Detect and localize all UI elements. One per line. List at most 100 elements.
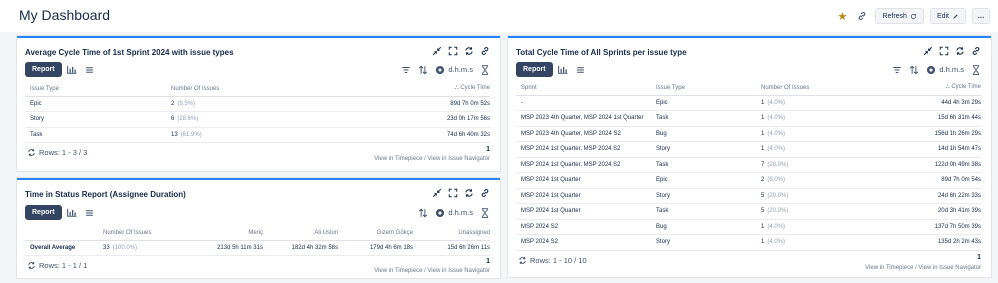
count: 5	[761, 208, 765, 215]
column-header[interactable]: Gizem Gökçe	[338, 226, 413, 241]
collapse-icon[interactable]	[432, 46, 442, 56]
sync-icon[interactable]	[955, 46, 965, 56]
refresh-icon	[519, 257, 526, 264]
collapse-icon[interactable]	[923, 46, 933, 56]
sync-icon[interactable]	[464, 46, 474, 56]
column-header[interactable]: Number Of Issues	[171, 82, 385, 97]
percentage: (20.0%)	[767, 192, 789, 199]
collapse-icon[interactable]	[432, 188, 442, 198]
hourglass-icon[interactable]	[971, 64, 981, 75]
time-format-selector[interactable]: d.h.m.s	[926, 65, 964, 75]
report-tools: d.h.m.s	[892, 62, 981, 77]
percentage: (28.0%)	[767, 161, 789, 168]
filter-icon[interactable]	[892, 65, 902, 75]
table-row[interactable]: MSP 2024 1st Quarter, MSP 2024 S2 Task 7 (2…	[516, 157, 981, 173]
page-number[interactable]: 1	[486, 258, 490, 265]
footer-links[interactable]: View in Timepiece / View in Issue Naviga…	[374, 268, 490, 274]
table-row[interactable]: Overall Average 33 (100.0%) 213d 5h 11m 3…	[25, 240, 490, 256]
table-header-row: Issue Type Number Of Issues ⛬ Cycle Time	[25, 82, 490, 97]
issue-type: Story	[656, 188, 761, 204]
report-button[interactable]: Report	[25, 205, 62, 220]
rows-info[interactable]: Rows: 1 - 3 / 3	[27, 148, 87, 157]
column-header[interactable]: Issue Type	[25, 82, 171, 97]
count: 7	[761, 161, 765, 168]
sprint: -	[516, 95, 656, 111]
table-row[interactable]: Task 13 (61.9%) 74d 6h 40m 32s	[25, 127, 490, 143]
hourglass-icon[interactable]	[480, 207, 490, 218]
column-header[interactable]: Sprint	[516, 81, 656, 96]
fullscreen-icon[interactable]	[939, 46, 949, 56]
time-format-selector[interactable]: d.h.m.s	[435, 65, 473, 75]
column-header[interactable]: Number Of Issues	[103, 226, 193, 241]
list-icon[interactable]	[83, 63, 96, 76]
column-header[interactable]: Number Of Issues	[761, 81, 881, 96]
percentage: (4.0%)	[767, 130, 786, 137]
fullscreen-icon[interactable]	[448, 46, 458, 56]
refresh-label: Refresh	[882, 12, 907, 20]
view-toolbar: Report	[25, 62, 96, 77]
footer-links[interactable]: View in Timepiece / View in Issue Naviga…	[865, 265, 981, 271]
gadget-title: Total Cycle Time of All Sprints per issu…	[516, 48, 687, 57]
rows-info[interactable]: Rows: 1 - 1 / 1	[27, 261, 87, 270]
chart-icon[interactable]	[557, 63, 570, 76]
column-header[interactable]: Ali Uslun	[263, 226, 338, 241]
column-header-label: Cycle Time	[951, 84, 981, 91]
page-title: My Dashboard	[19, 7, 111, 23]
view-toolbar: Report	[25, 205, 96, 220]
link-icon[interactable]	[971, 46, 981, 56]
table-row[interactable]: Story 6 (28.6%) 23d 0h 17m 56s	[25, 111, 490, 128]
filter-icon[interactable]	[401, 65, 411, 75]
sort-icon[interactable]	[418, 208, 428, 218]
more-button[interactable]: …	[972, 8, 990, 24]
report-button[interactable]: Report	[516, 62, 553, 77]
header-actions: ★ Refresh Edit …	[835, 8, 990, 24]
table-row[interactable]: MSP 2024 S2 Story 1 (4.0%) 135d 2h 2m 43s	[516, 234, 981, 251]
issue-type: Task	[25, 127, 171, 143]
refresh-icon	[28, 262, 35, 269]
page-number[interactable]: 1	[977, 254, 981, 261]
column-header-label: Cycle Time	[460, 85, 490, 92]
gadget-controls	[432, 188, 490, 198]
view-toolbar: Report	[516, 62, 587, 77]
table-row[interactable]: MSP 2023 4th Quarter, MSP 2024 S2 Bug 1 (4.…	[516, 126, 981, 142]
table-row[interactable]: MSP 2023 4th Quarter, MSP 2024 1st Quart…	[516, 110, 981, 127]
fullscreen-icon[interactable]	[448, 188, 458, 198]
column-header[interactable]: Issue Type	[656, 81, 761, 96]
issue-type: Task	[656, 157, 761, 173]
list-icon[interactable]	[83, 206, 96, 219]
report-button[interactable]: Report	[25, 62, 62, 77]
refresh-button[interactable]: Refresh	[875, 8, 924, 24]
chart-icon[interactable]	[66, 206, 79, 219]
issue-count: 1 (4.0%)	[761, 110, 881, 127]
link-icon[interactable]	[480, 46, 490, 56]
column-header[interactable]: Unassigned	[413, 226, 490, 241]
star-icon[interactable]: ★	[835, 10, 849, 23]
footer-links[interactable]: View in Timepiece / View in Issue Naviga…	[374, 156, 490, 162]
table-row[interactable]: MSP 2024 1st Quarter Epic 2 (8.0%) 89d 7h 0m…	[516, 172, 981, 189]
time-format-selector[interactable]: d.h.m.s	[435, 208, 473, 218]
table-row[interactable]: MSP 2024 1st Quarter Story 5 (20.0%) 24d 6h …	[516, 188, 981, 204]
table-row[interactable]: MSP 2024 1st Quarter, MSP 2024 S2 Story 1(…	[516, 141, 981, 158]
hourglass-icon[interactable]	[480, 64, 490, 75]
link-icon[interactable]	[480, 188, 490, 198]
issue-type: Task	[656, 203, 761, 220]
sort-icon[interactable]	[418, 65, 428, 75]
column-header[interactable]: ⛬ Cycle Time	[385, 82, 490, 97]
table-row[interactable]: MSP 2024 S2 Bug 1 (4.0%) 137d 7h 50m 39s	[516, 219, 981, 235]
table-row[interactable]: Epic 2 (9.5%) 89d 7h 0m 52s	[25, 96, 490, 112]
table-row[interactable]: MSP 2024 1st Quarter Task 5 (20.0%) 20d 3h 4…	[516, 203, 981, 220]
column-header[interactable]: Meriç	[193, 226, 263, 241]
list-icon[interactable]	[574, 63, 587, 76]
table-row[interactable]: - Epic 1 (4.0%) 44d 4h 3m 29s	[516, 95, 981, 111]
gadget-controls	[923, 46, 981, 56]
issue-type: Story	[656, 234, 761, 251]
count: 1	[761, 146, 765, 153]
edit-button[interactable]: Edit	[929, 8, 966, 24]
sort-icon[interactable]	[909, 65, 919, 75]
chart-icon[interactable]	[66, 63, 79, 76]
column-header[interactable]: ⛬ Cycle Time	[881, 81, 981, 96]
sync-icon[interactable]	[464, 188, 474, 198]
rows-info[interactable]: Rows: 1 - 10 / 10	[518, 256, 587, 265]
link-icon[interactable]	[855, 9, 869, 23]
page-number[interactable]: 1	[486, 146, 490, 153]
